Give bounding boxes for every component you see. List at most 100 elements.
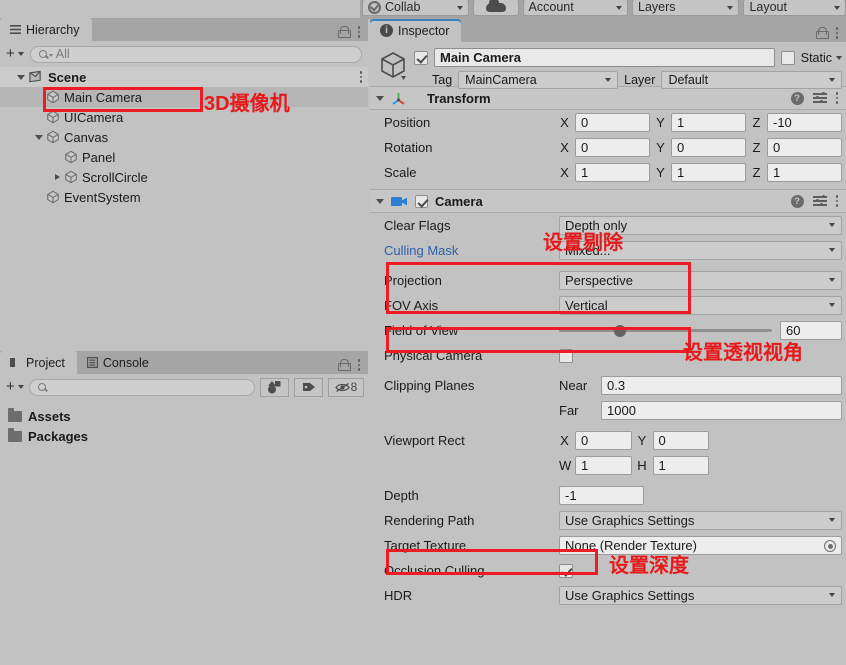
lock-icon[interactable] <box>337 26 351 38</box>
create-asset-button[interactable]: + <box>6 379 24 394</box>
hidden-packages-button[interactable]: 8 <box>328 377 364 397</box>
transform-position-z[interactable]: -10 <box>767 113 842 132</box>
list-item[interactable]: Packages <box>0 426 368 446</box>
transform-scale-x[interactable]: 1 <box>575 163 650 182</box>
rendering-path-dropdown[interactable]: Use Graphics Settings <box>559 511 842 530</box>
chevron-down-icon[interactable] <box>17 74 25 80</box>
hierarchy-item-panel[interactable]: Panel <box>0 147 368 167</box>
chevron-down-icon[interactable] <box>376 198 384 204</box>
tab-inspector[interactable]: i Inspector <box>370 19 462 42</box>
object-enabled-checkbox[interactable] <box>414 50 428 65</box>
project-search-input[interactable] <box>28 378 255 396</box>
cloud-icon <box>485 0 506 12</box>
inspector-menu-icon[interactable] <box>835 27 838 39</box>
clipping-planes-far-row: Far 1000 <box>370 398 846 423</box>
add-object-button[interactable]: + <box>6 46 24 61</box>
viewport-w-input[interactable]: 1 <box>575 456 632 475</box>
static-checkbox[interactable] <box>780 50 795 65</box>
hierarchy-item-canvas[interactable]: Canvas <box>0 127 368 147</box>
occlusion-culling-checkbox[interactable] <box>559 563 573 578</box>
preset-icon[interactable] <box>812 92 827 104</box>
cloud-button[interactable] <box>473 0 519 16</box>
hierarchy-item-eventsystem[interactable]: EventSystem <box>0 187 368 207</box>
camera-component-header[interactable]: Camera ? <box>370 189 846 213</box>
tag-dropdown[interactable]: MainCamera <box>458 71 619 89</box>
projection-dropdown[interactable]: Perspective <box>559 271 842 290</box>
project-menu-icon[interactable] <box>357 359 360 371</box>
gameobject-icon <box>47 130 59 144</box>
depth-input[interactable]: -1 <box>559 486 644 505</box>
chevron-down-icon <box>605 78 612 82</box>
lock-icon[interactable] <box>815 27 829 39</box>
chevron-down-icon[interactable] <box>376 95 384 101</box>
collab-button[interactable]: Collab <box>362 0 470 16</box>
tab-console[interactable]: Console <box>77 351 161 374</box>
hierarchy-search-input[interactable]: All <box>29 45 362 63</box>
chevron-down-icon <box>829 223 835 227</box>
console-icon <box>86 357 98 368</box>
account-button[interactable]: Account <box>522 0 629 16</box>
hierarchy-scene-row[interactable]: Scene <box>0 67 368 87</box>
hierarchy-item-scrollcircle[interactable]: ScrollCircle <box>0 167 368 187</box>
hierarchy-menu-icon[interactable] <box>357 26 360 38</box>
layout-button[interactable]: Layout <box>743 0 846 16</box>
physical-camera-checkbox[interactable] <box>559 348 573 363</box>
info-icon: i <box>380 24 393 37</box>
occlusion-culling-label: Occlusion Culling <box>384 563 485 578</box>
tab-inspector-label: Inspector <box>398 23 450 38</box>
hdr-dropdown[interactable]: Use Graphics Settings <box>559 586 842 605</box>
far-input[interactable]: 1000 <box>601 401 842 420</box>
viewport-h-input[interactable]: 1 <box>652 456 709 475</box>
hierarchy-item-uicamera[interactable]: UICamera <box>0 107 368 127</box>
gameobject-icon[interactable] <box>378 50 408 80</box>
transform-component-header[interactable]: Transform ? <box>370 86 846 110</box>
transform-scale-y[interactable]: 1 <box>671 163 746 182</box>
transform-icon <box>392 92 405 105</box>
scene-menu-icon[interactable] <box>359 71 362 83</box>
list-item[interactable]: Assets <box>0 406 368 426</box>
camera-enabled-checkbox[interactable] <box>415 194 428 208</box>
object-name-field[interactable]: Main Camera <box>434 48 775 67</box>
static-label-group[interactable]: Static <box>801 51 842 65</box>
transform-rotation-y[interactable]: 0 <box>671 138 746 157</box>
filter-type-icon <box>268 381 281 394</box>
tab-project[interactable]: Project <box>0 351 77 374</box>
hdr-row: HDR Use Graphics Settings <box>370 583 846 608</box>
component-menu-icon[interactable] <box>835 92 838 104</box>
hierarchy-item-main-camera[interactable]: Main Camera <box>0 87 368 107</box>
transform-position-row: Position X 0 Y 1 Z -10 <box>370 110 846 135</box>
layers-button[interactable]: Layers <box>632 0 740 16</box>
fov-axis-label: FOV Axis <box>384 298 439 313</box>
tab-hierarchy[interactable]: Hierarchy <box>0 18 92 41</box>
near-input[interactable]: 0.3 <box>601 376 842 395</box>
viewport-y-input[interactable]: 0 <box>652 431 709 450</box>
filter-by-type-button[interactable] <box>260 377 289 397</box>
slider-knob[interactable] <box>614 324 627 337</box>
lock-icon[interactable] <box>337 359 351 371</box>
layer-dropdown[interactable]: Default <box>661 71 842 89</box>
fov-axis-dropdown[interactable]: Vertical <box>559 296 842 315</box>
transform-scale-z[interactable]: 1 <box>767 163 842 182</box>
preset-icon[interactable] <box>812 195 827 207</box>
tab-hierarchy-label: Hierarchy <box>26 22 80 37</box>
chevron-down-icon <box>727 5 734 10</box>
transform-rotation-z[interactable]: 0 <box>767 138 842 157</box>
object-picker-icon[interactable] <box>824 540 836 552</box>
target-texture-field[interactable]: None (Render Texture) <box>559 536 842 555</box>
help-icon[interactable]: ? <box>790 194 804 208</box>
target-texture-label: Target Texture <box>384 538 467 553</box>
transform-rotation-x[interactable]: 0 <box>575 138 650 157</box>
transform-position-x[interactable]: 0 <box>575 113 650 132</box>
axis-z-label: Z <box>752 140 761 155</box>
filter-by-label-button[interactable] <box>294 377 323 397</box>
chevron-down-icon[interactable] <box>836 55 842 60</box>
component-menu-icon[interactable] <box>835 195 838 207</box>
transform-position-label: Position <box>384 115 431 130</box>
chevron-right-icon[interactable] <box>54 174 60 180</box>
help-icon[interactable]: ? <box>790 91 804 105</box>
transform-position-y[interactable]: 1 <box>671 113 746 132</box>
viewport-x-input[interactable]: 0 <box>575 431 632 450</box>
eye-hidden-icon <box>334 382 350 392</box>
chevron-down-icon[interactable] <box>35 134 43 140</box>
culling-mask-label: Culling Mask <box>384 243 459 258</box>
